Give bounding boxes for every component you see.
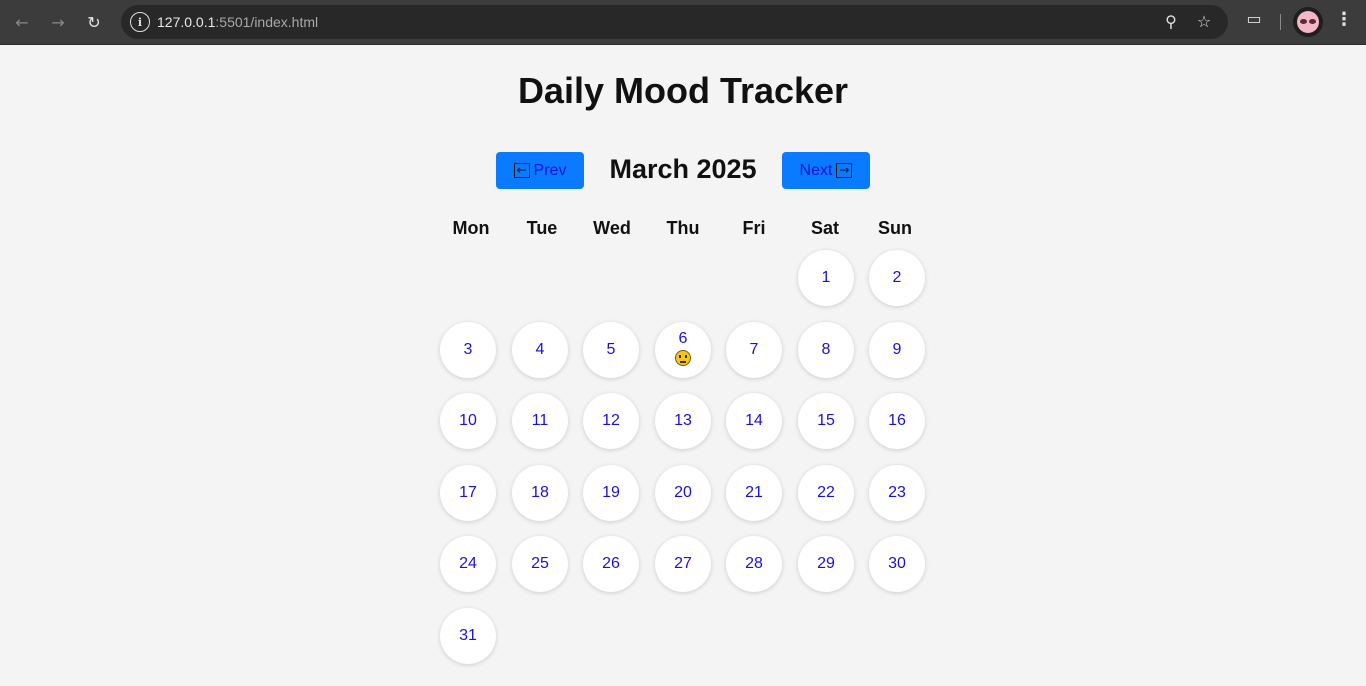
page-title: Daily Mood Tracker (517, 70, 849, 111)
day-cell[interactable]: 5 (583, 322, 639, 378)
day-number: 26 (602, 555, 620, 572)
weekday-label: Tue (526, 218, 558, 238)
weekday-label: Sat (810, 218, 839, 238)
zoom-icon[interactable]: ⚲ (1160, 12, 1182, 32)
day-number: 19 (602, 484, 620, 501)
day-number: 22 (817, 484, 835, 501)
day-cell[interactable]: 26 (583, 536, 639, 592)
day-cell[interactable]: 8 (798, 322, 854, 378)
next-month-button[interactable]: Next → (782, 152, 870, 189)
extensions-icon[interactable]: ▭ (1242, 9, 1266, 33)
day-cell[interactable]: 9 (869, 322, 925, 378)
day-cell[interactable]: 12 (583, 393, 639, 449)
address-bar[interactable]: i 127.0.0.1:5501/index.html ⚲ ☆ (121, 5, 1228, 39)
day-number: 7 (749, 341, 759, 358)
neutral-face-icon (675, 350, 691, 366)
browser-toolbar: ← → ↻ i 127.0.0.1:5501/index.html ⚲ ☆ ▭ … (0, 0, 1366, 45)
day-number: 27 (674, 555, 692, 572)
day-cell[interactable]: 20 (655, 465, 711, 521)
day-number: 11 (531, 412, 549, 429)
day-number: 24 (459, 555, 477, 572)
day-cell[interactable]: 7 (726, 322, 782, 378)
day-cell[interactable]: 3 (440, 322, 496, 378)
day-cell[interactable]: 6 (655, 322, 711, 378)
day-number: 20 (674, 484, 692, 501)
day-cell[interactable]: 1 (798, 250, 854, 306)
back-icon[interactable]: ← (8, 8, 36, 36)
profile-avatar[interactable] (1293, 7, 1323, 37)
day-number: 16 (888, 412, 906, 429)
day-number: 17 (459, 484, 477, 501)
day-number: 9 (892, 341, 902, 358)
day-number: 13 (674, 412, 692, 429)
day-cell[interactable]: 23 (869, 465, 925, 521)
day-cell[interactable]: 21 (726, 465, 782, 521)
day-cell[interactable]: 31 (440, 608, 496, 664)
day-cell[interactable]: 29 (798, 536, 854, 592)
day-number: 3 (463, 341, 473, 358)
day-number: 30 (888, 555, 906, 572)
url-path: :5501/index.html (215, 14, 319, 30)
day-cell[interactable]: 24 (440, 536, 496, 592)
day-cell[interactable]: 17 (440, 465, 496, 521)
weekday-label: Thu (666, 218, 700, 238)
left-arrow-icon: ← (513, 163, 530, 178)
day-number: 12 (602, 412, 620, 429)
avatar-face-icon (1297, 11, 1319, 33)
url-host: 127.0.0.1 (157, 14, 216, 30)
day-cell[interactable]: 27 (655, 536, 711, 592)
toolbar-divider (1280, 14, 1281, 30)
day-cell[interactable]: 10 (440, 393, 496, 449)
day-cell[interactable]: 28 (726, 536, 782, 592)
day-cell[interactable]: 13 (655, 393, 711, 449)
weekday-label: Sun (878, 218, 912, 238)
day-cell[interactable]: 11 (512, 393, 568, 449)
more-menu-icon[interactable]: ⋮ (1334, 9, 1354, 35)
day-cell[interactable]: 18 (512, 465, 568, 521)
day-cell[interactable]: 22 (798, 465, 854, 521)
day-number: 18 (531, 484, 549, 501)
day-cell[interactable]: 25 (512, 536, 568, 592)
day-number: 4 (535, 341, 545, 358)
month-title: March 2025 (609, 154, 757, 184)
day-number: 25 (531, 555, 549, 572)
weekday-label: Wed (593, 218, 631, 238)
reload-icon[interactable]: ↻ (80, 8, 108, 36)
day-number: 15 (817, 412, 835, 429)
bookmark-star-icon[interactable]: ☆ (1193, 12, 1215, 32)
day-cell[interactable]: 2 (869, 250, 925, 306)
day-number: 6 (678, 330, 688, 347)
day-number: 5 (606, 341, 616, 358)
site-info-icon[interactable]: i (130, 12, 150, 32)
day-number: 8 (821, 341, 831, 358)
day-cell[interactable]: 14 (726, 393, 782, 449)
forward-icon[interactable]: → (44, 8, 72, 36)
next-label: Next (799, 161, 833, 179)
weekday-label: Fri (742, 218, 766, 238)
day-number: 10 (459, 412, 477, 429)
day-cell[interactable]: 15 (798, 393, 854, 449)
day-number: 29 (817, 555, 835, 572)
day-number: 23 (888, 484, 906, 501)
right-arrow-icon: → (836, 163, 853, 178)
day-cell[interactable]: 4 (512, 322, 568, 378)
day-cell[interactable]: 16 (869, 393, 925, 449)
day-number: 14 (745, 412, 763, 429)
day-number: 2 (892, 269, 902, 286)
day-cell[interactable]: 30 (869, 536, 925, 592)
day-number: 31 (459, 627, 477, 644)
url-text[interactable]: 127.0.0.1:5501/index.html (157, 14, 318, 30)
prev-label: Prev (533, 161, 567, 179)
day-number: 21 (745, 484, 763, 501)
day-number: 1 (821, 269, 831, 286)
day-cell[interactable]: 19 (583, 465, 639, 521)
day-number: 28 (745, 555, 763, 572)
prev-month-button[interactable]: ← Prev (496, 152, 584, 189)
weekday-label: Mon (452, 218, 490, 238)
